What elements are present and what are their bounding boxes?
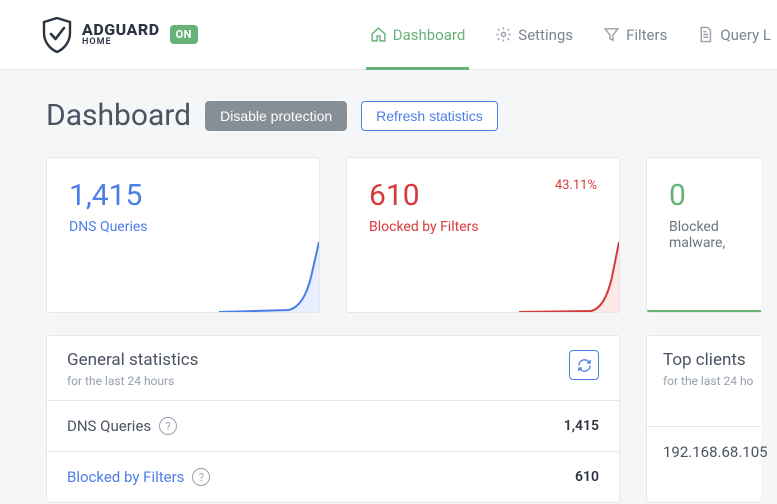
- main-nav: Dashboard Settings Filters Query L: [368, 26, 777, 44]
- general-stats-sub: for the last 24 hours: [67, 374, 198, 388]
- page-content: Dashboard Disable protection Refresh sta…: [0, 70, 777, 503]
- card-dns-queries[interactable]: 1,415 DNS Queries: [46, 157, 320, 313]
- funnel-icon: [603, 26, 620, 43]
- stat-row-label-link[interactable]: Blocked by Filters ?: [67, 468, 210, 486]
- dns-queries-label: DNS Queries: [69, 219, 297, 235]
- stat-row-blocked-value: 610: [575, 469, 599, 485]
- refresh-statistics-button[interactable]: Refresh statistics: [361, 101, 498, 131]
- nav-querylog-label: Query L: [720, 26, 771, 44]
- gear-icon: [495, 26, 512, 43]
- card-blocked-malware[interactable]: 0 Blocked malware,: [646, 157, 761, 313]
- stat-row-label: DNS Queries ?: [67, 417, 177, 435]
- top-clients-sub: for the last 24 ho: [663, 374, 761, 388]
- card-blocked-filters[interactable]: 610 43.11% Blocked by Filters: [346, 157, 620, 313]
- stat-cards: 1,415 DNS Queries 610 43.11% Blocked by …: [46, 157, 777, 313]
- blocked-malware-value: 0: [669, 178, 739, 213]
- help-icon[interactable]: ?: [192, 468, 210, 486]
- document-icon: [697, 26, 714, 43]
- home-icon: [370, 26, 387, 43]
- top-clients-header: Top clients for the last 24 ho: [647, 336, 761, 400]
- sparkline-queries: [219, 242, 319, 312]
- page-title: Dashboard: [46, 98, 191, 133]
- nav-dashboard-label: Dashboard: [393, 26, 466, 44]
- brand-block: ADGUARD HOME ON: [42, 17, 198, 53]
- stat-row-dns-label: DNS Queries: [67, 417, 151, 435]
- general-stats-header: General statistics for the last 24 hours: [47, 336, 619, 401]
- brand-subtitle: HOME: [82, 38, 160, 47]
- blocked-filters-value: 610: [369, 178, 420, 213]
- general-stats-panel: General statistics for the last 24 hours…: [46, 335, 620, 503]
- nav-dashboard[interactable]: Dashboard: [368, 26, 468, 44]
- client-row[interactable]: 192.168.68.105: [647, 426, 761, 477]
- dns-queries-value: 1,415: [69, 178, 297, 213]
- nav-settings[interactable]: Settings: [493, 26, 575, 44]
- help-icon[interactable]: ?: [159, 417, 177, 435]
- stat-row-dns-value: 1,415: [564, 418, 599, 434]
- sparkline-malware: [647, 242, 761, 312]
- refresh-icon: [577, 358, 592, 373]
- blocked-filters-label: Blocked by Filters: [369, 219, 597, 235]
- stat-row-blocked-filters: Blocked by Filters ? 610: [47, 452, 619, 502]
- stat-row-dns-queries: DNS Queries ? 1,415: [47, 401, 619, 452]
- brand-name: ADGUARD: [82, 22, 160, 38]
- top-clients-panel: Top clients for the last 24 ho 192.168.6…: [646, 335, 761, 503]
- client-ip: 192.168.68.105: [663, 443, 768, 461]
- top-clients-title: Top clients: [663, 350, 761, 370]
- sparkline-blocked: [519, 242, 619, 312]
- nav-filters-label: Filters: [626, 26, 667, 44]
- nav-settings-label: Settings: [518, 26, 573, 44]
- general-stats-title: General statistics: [67, 350, 198, 370]
- refresh-stats-small-button[interactable]: [569, 350, 599, 380]
- title-row: Dashboard Disable protection Refresh sta…: [46, 98, 777, 133]
- blocked-filters-pct: 43.11%: [555, 178, 597, 193]
- adguard-logo-icon: [42, 17, 72, 53]
- app-header: ADGUARD HOME ON Dashboard Settings Filte…: [0, 0, 777, 70]
- brand-text: ADGUARD HOME: [82, 22, 160, 47]
- lower-panels: General statistics for the last 24 hours…: [46, 335, 777, 503]
- status-badge: ON: [170, 25, 198, 44]
- nav-filters[interactable]: Filters: [601, 26, 669, 44]
- nav-querylog[interactable]: Query L: [695, 26, 773, 44]
- disable-protection-button[interactable]: Disable protection: [205, 101, 347, 131]
- stat-row-blocked-label: Blocked by Filters: [67, 468, 184, 486]
